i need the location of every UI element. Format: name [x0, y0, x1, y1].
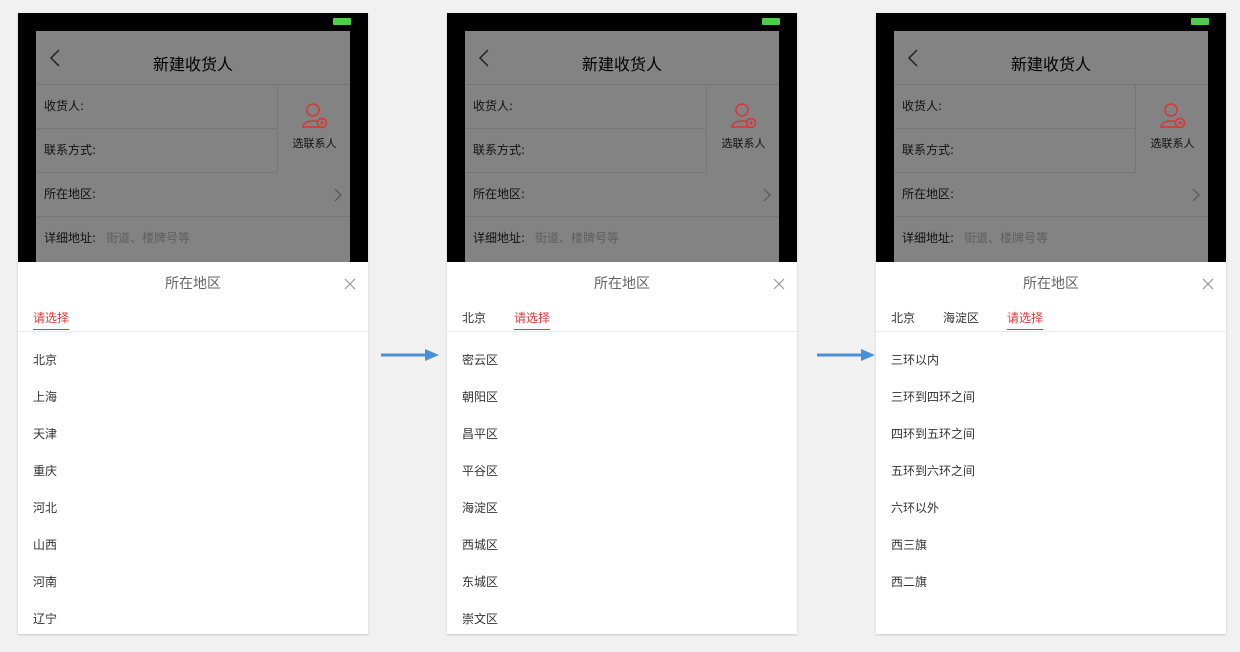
form-header: 新建收货人 [894, 31, 1208, 85]
dimmed-background: 新建收货人 收货人: 联系方式: 选联系人 所在地区: 详细地址: 街道、楼牌号… [876, 13, 1226, 262]
close-icon[interactable] [773, 278, 785, 290]
address-field[interactable]: 详细地址: 街道、楼牌号等 [894, 217, 1208, 260]
pick-contact-label: 选联系人 [292, 137, 337, 150]
address-label: 详细地址: [473, 231, 526, 245]
contact-label: 联系方式: [44, 143, 97, 157]
region-tab-0[interactable]: 请选择 [33, 310, 70, 330]
region-option[interactable]: 北京 [33, 352, 57, 368]
region-tabs: 请选择 [18, 303, 368, 332]
region-option[interactable]: 辽宁 [33, 611, 57, 627]
page-title: 新建收货人 [581, 55, 662, 74]
region-label: 所在地区: [902, 187, 955, 201]
region-tab-1[interactable]: 海淀区 [943, 310, 979, 329]
battery-icon [762, 18, 780, 25]
address-placeholder: 街道、楼牌号等 [535, 231, 620, 245]
recipient-label: 收货人: [473, 99, 514, 113]
close-icon[interactable] [1202, 278, 1214, 290]
region-sheet-title: 所在地区 [594, 276, 650, 292]
region-sheet-title: 所在地区 [165, 276, 221, 292]
chevron-right-icon [1192, 188, 1200, 202]
region-option[interactable]: 天津 [33, 426, 57, 442]
contact-label: 联系方式: [473, 143, 526, 157]
region-option[interactable]: 海淀区 [462, 500, 498, 516]
region-option[interactable]: 密云区 [462, 352, 498, 368]
region-field[interactable]: 所在地区: [894, 173, 1208, 217]
region-tabs: 北京 请选择 [447, 303, 797, 332]
region-option[interactable]: 四环到五环之间 [891, 426, 975, 442]
region-option[interactable]: 六环以外 [891, 500, 939, 516]
region-tab-1[interactable]: 请选择 [514, 310, 551, 330]
new-recipient-form: 新建收货人 收货人: 联系方式: 选联系人 所在地区: 详细地址: 街道、楼牌号… [894, 31, 1208, 262]
region-option[interactable]: 西城区 [462, 537, 498, 553]
address-label: 详细地址: [902, 231, 955, 245]
region-option[interactable]: 三环到四环之间 [891, 389, 975, 405]
region-field[interactable]: 所在地区: [36, 173, 350, 217]
address-label: 详细地址: [44, 231, 97, 245]
new-recipient-form: 新建收货人 收货人: 联系方式: 选联系人 所在地区: 详细地址: 街道、楼牌号… [465, 31, 779, 262]
address-field[interactable]: 详细地址: 街道、楼牌号等 [465, 217, 779, 260]
region-sheet-title: 所在地区 [1023, 276, 1079, 292]
region-field[interactable]: 所在地区: [465, 173, 779, 217]
phone-screen-3: 新建收货人 收货人: 联系方式: 选联系人 所在地区: 详细地址: 街道、楼牌号… [876, 13, 1226, 634]
new-recipient-form: 新建收货人 收货人: 联系方式: 选联系人 所在地区: 详细地址: 街道、楼牌号… [36, 31, 350, 262]
form-header: 新建收货人 [465, 31, 779, 85]
region-option[interactable]: 五环到六环之间 [891, 463, 975, 479]
recipient-label: 收货人: [44, 99, 85, 113]
region-tab-2[interactable]: 请选择 [1007, 310, 1044, 330]
contact-field[interactable]: 联系方式: [894, 129, 1135, 173]
battery-icon [333, 18, 351, 25]
region-option[interactable]: 平谷区 [462, 463, 498, 479]
region-option[interactable]: 河南 [33, 574, 57, 590]
arrow-right-icon [817, 349, 875, 361]
region-option[interactable]: 西二旗 [891, 574, 927, 590]
region-option[interactable]: 西三旗 [891, 537, 927, 553]
pick-contact-label: 选联系人 [1150, 137, 1195, 150]
region-option[interactable]: 昌平区 [462, 426, 498, 442]
region-option[interactable]: 上海 [33, 389, 57, 405]
pick-contact-button[interactable]: 选联系人 [277, 85, 351, 172]
region-tabs: 北京 海淀区 请选择 [876, 303, 1226, 332]
dimmed-background: 新建收货人 收货人: 联系方式: 选联系人 所在地区: 详细地址: 街道、楼牌号… [447, 13, 797, 262]
chevron-right-icon [334, 188, 342, 202]
page-title: 新建收货人 [1010, 55, 1091, 74]
arrow-right-icon [381, 349, 439, 361]
region-option[interactable]: 重庆 [33, 463, 57, 479]
contact-field[interactable]: 联系方式: [36, 129, 277, 173]
add-contact-icon [1160, 103, 1186, 129]
pick-contact-label: 选联系人 [721, 137, 766, 150]
add-contact-icon [302, 103, 328, 129]
region-tab-0[interactable]: 北京 [462, 310, 486, 329]
recipient-field[interactable]: 收货人: [36, 85, 277, 129]
dimmed-background: 新建收货人 收货人: 联系方式: 选联系人 所在地区: 详细地址: 街道、楼牌号… [18, 13, 368, 262]
page-title: 新建收货人 [152, 55, 233, 74]
phone-screen-1: 新建收货人 收货人: 联系方式: 选联系人 所在地区: 详细地址: 街道、楼牌号… [18, 13, 368, 634]
battery-icon [1191, 18, 1209, 25]
add-contact-icon [731, 103, 757, 129]
address-placeholder: 街道、楼牌号等 [106, 231, 191, 245]
region-option[interactable]: 朝阳区 [462, 389, 498, 405]
region-option[interactable]: 三环以内 [891, 352, 939, 368]
region-option[interactable]: 河北 [33, 500, 57, 516]
phone-screen-2: 新建收货人 收货人: 联系方式: 选联系人 所在地区: 详细地址: 街道、楼牌号… [447, 13, 797, 634]
close-icon[interactable] [344, 278, 356, 290]
region-label: 所在地区: [44, 187, 97, 201]
address-field[interactable]: 详细地址: 街道、楼牌号等 [36, 217, 350, 260]
recipient-field[interactable]: 收货人: [894, 85, 1135, 129]
recipient-field[interactable]: 收货人: [465, 85, 706, 129]
recipient-label: 收货人: [902, 99, 943, 113]
chevron-right-icon [763, 188, 771, 202]
region-option[interactable]: 山西 [33, 537, 57, 553]
region-label: 所在地区: [473, 187, 526, 201]
pick-contact-button[interactable]: 选联系人 [706, 85, 780, 172]
form-header: 新建收货人 [36, 31, 350, 85]
pick-contact-button[interactable]: 选联系人 [1135, 85, 1209, 172]
region-tab-0[interactable]: 北京 [891, 310, 915, 329]
region-option[interactable]: 东城区 [462, 574, 498, 590]
region-option[interactable]: 崇文区 [462, 611, 498, 627]
contact-label: 联系方式: [902, 143, 955, 157]
address-placeholder: 街道、楼牌号等 [964, 231, 1049, 245]
contact-field[interactable]: 联系方式: [465, 129, 706, 173]
